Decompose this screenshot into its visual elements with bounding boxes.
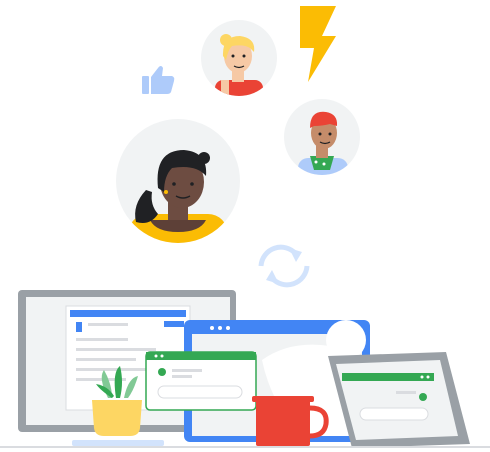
illustration-svg [0,6,490,448]
popup-card [145,351,257,411]
avatar-man-redhair [284,99,360,175]
avatar-woman-blonde [201,20,277,96]
sync-icon [258,244,310,288]
illustration-canvas [0,0,490,452]
thumbs-up-icon [142,66,175,94]
avatar-woman-large [116,119,240,243]
tablet [328,352,470,448]
lightning-bolt-icon [300,6,336,82]
